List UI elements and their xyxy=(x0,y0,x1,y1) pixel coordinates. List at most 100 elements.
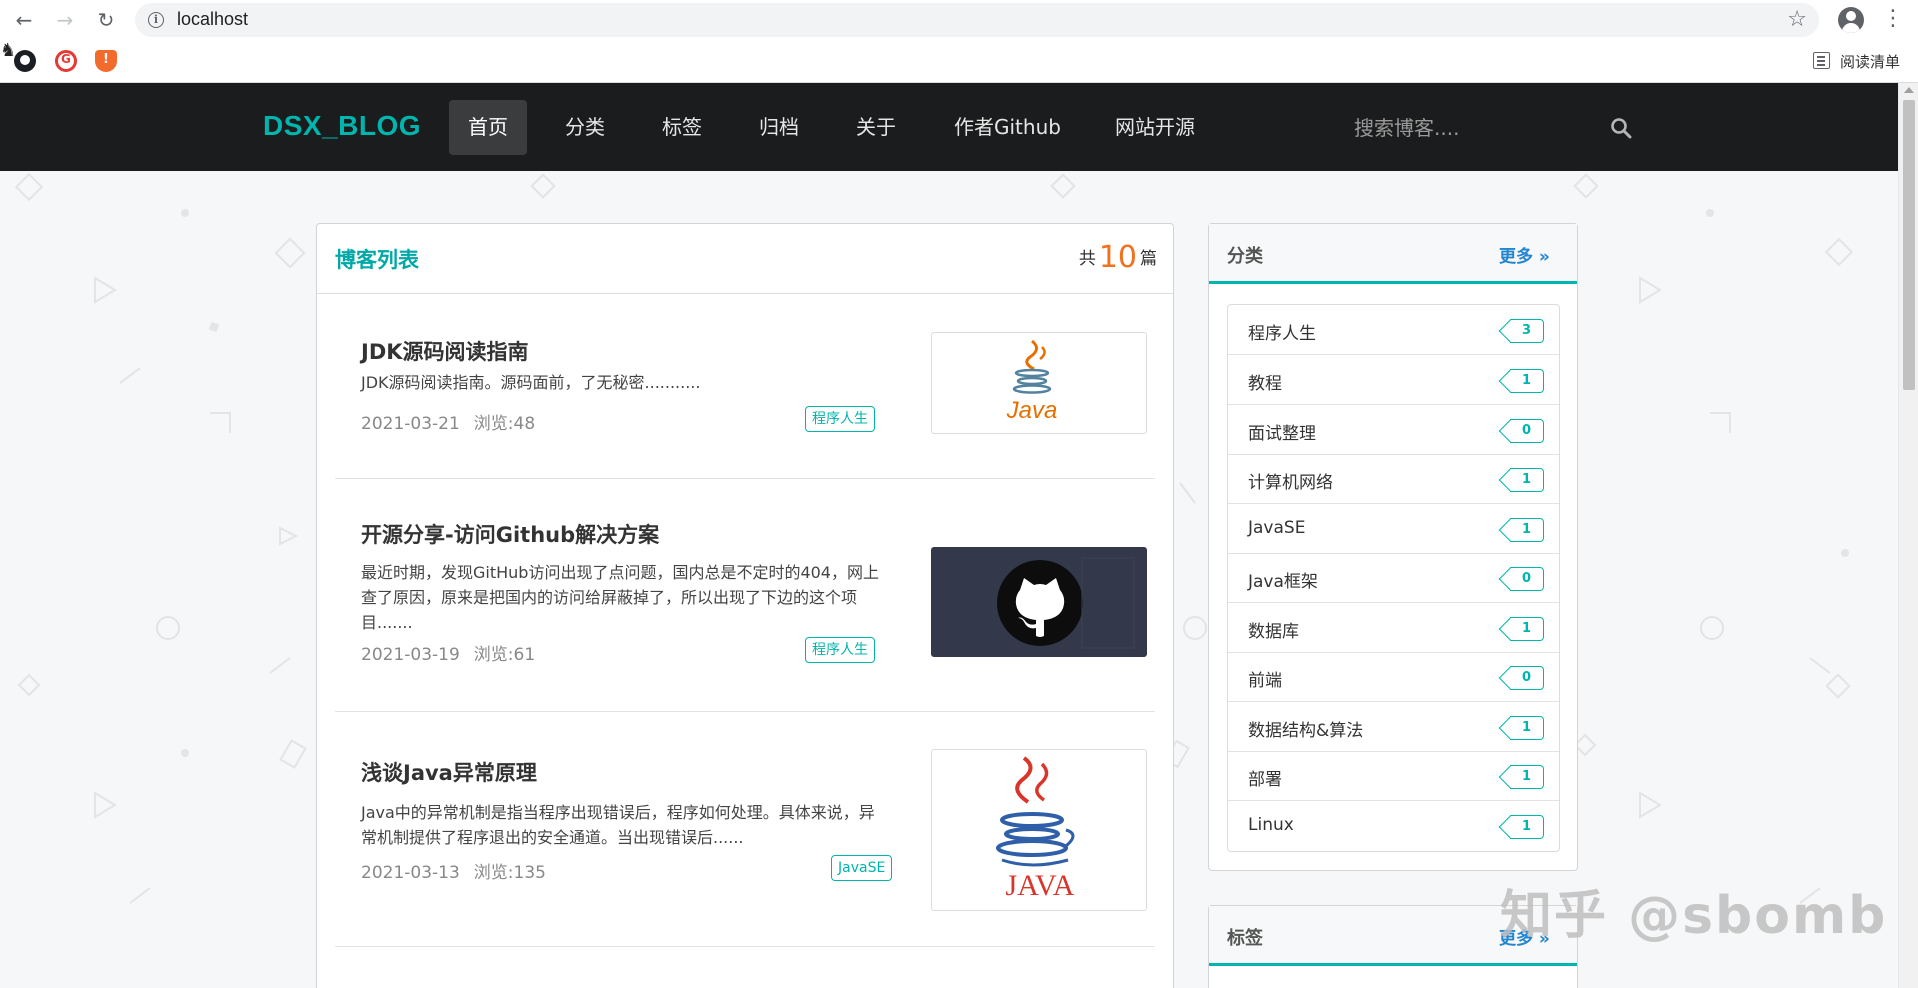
search-input[interactable] xyxy=(1354,108,1584,148)
category-count-badge: 1 xyxy=(1510,369,1544,393)
shield-bookmark-icon[interactable] xyxy=(95,50,117,72)
post-category-tag[interactable]: JavaSE xyxy=(831,855,893,881)
post-meta: 2021-03-19 浏览:61 xyxy=(361,640,535,665)
blog-count-number: 10 xyxy=(1098,240,1137,275)
bookmark-star-icon[interactable]: ☆ xyxy=(1787,7,1807,32)
blog-list-card: 博客列表 共 10 篇 JDK源码阅读指南 JDK源码阅读指南。源码面前，了无秘密.… xyxy=(316,223,1174,988)
category-item[interactable]: Linux 1 xyxy=(1228,801,1559,851)
tags-title: 标签 xyxy=(1227,928,1263,949)
post-title[interactable]: 浅谈Java异常原理 xyxy=(361,757,537,787)
forward-arrow-icon[interactable]: → xyxy=(53,8,77,32)
nav-item-site-source[interactable]: 网站开源 xyxy=(1096,100,1214,155)
post-thumbnail[interactable]: JAVA xyxy=(931,749,1147,911)
page-scrollbar[interactable] xyxy=(1898,83,1918,988)
categories-more-link[interactable]: 更多 » xyxy=(1499,242,1550,267)
category-count-badge: 1 xyxy=(1510,617,1544,641)
post-title[interactable]: 开源分享-访问Github解决方案 xyxy=(361,519,659,549)
category-count-badge: 3 xyxy=(1510,319,1544,343)
category-item[interactable]: 计算机网络 1 xyxy=(1228,454,1559,504)
browser-toolbar: ← → ↻ i localhost ☆ ⋮ xyxy=(0,0,1918,40)
categories-header: 分类 更多 » xyxy=(1209,224,1577,284)
category-count-badge: 1 xyxy=(1510,815,1544,839)
category-item[interactable]: 教程 1 xyxy=(1228,355,1559,405)
category-name[interactable]: 部署 xyxy=(1248,765,1282,790)
category-item[interactable]: 数据结构&算法 1 xyxy=(1228,702,1559,752)
post-views: 浏览:61 xyxy=(473,645,536,665)
post-description: Java中的异常机制是指当程序出现错误后，程序如何处理。具体来说，异常机制提供了… xyxy=(361,803,875,847)
post-views: 浏览:135 xyxy=(473,863,546,883)
category-count-badge: 1 xyxy=(1510,518,1544,542)
github-logo-icon xyxy=(997,557,1135,649)
post-meta: 2021-03-13 浏览:135 xyxy=(361,858,546,883)
post-category-tag[interactable]: 程序人生 xyxy=(805,637,875,663)
post-item[interactable]: 开源分享-访问Github解决方案 最近时期，发现GitHub访问出现了点问题，… xyxy=(335,479,1155,712)
post-title[interactable]: JDK源码阅读指南 xyxy=(361,336,529,366)
post-thumbnail[interactable]: Java xyxy=(931,332,1147,434)
category-item[interactable]: 数据库 1 xyxy=(1228,603,1559,653)
reading-list-icon[interactable] xyxy=(1813,52,1830,69)
java-cup-logo-icon: JAVA xyxy=(996,756,1075,902)
post-date: 2021-03-19 xyxy=(361,645,460,665)
post-views: 浏览:48 xyxy=(473,414,536,434)
categories-card: 分类 更多 » 程序人生 3 教程 1 面试整理 0 计算机网络 1 JavaSE 1 J… xyxy=(1208,223,1578,871)
more-menu-icon[interactable]: ⋮ xyxy=(1882,6,1904,32)
nav-item-about[interactable]: 关于 xyxy=(837,100,915,155)
category-name[interactable]: 程序人生 xyxy=(1248,319,1316,344)
address-bar[interactable]: i localhost ☆ xyxy=(135,3,1819,37)
search-icon[interactable] xyxy=(1610,117,1632,139)
github-bookmark-icon[interactable] xyxy=(14,50,36,72)
category-item[interactable]: 前端 0 xyxy=(1228,652,1559,702)
cat-bookmark-icon[interactable]: ♞ xyxy=(0,40,1918,61)
category-count-badge: 1 xyxy=(1510,716,1544,740)
nav-item-home[interactable]: 首页 xyxy=(449,100,527,155)
search-box xyxy=(1354,108,1632,148)
category-name[interactable]: JavaSE xyxy=(1248,518,1305,538)
category-item[interactable]: 程序人生 3 xyxy=(1228,305,1559,355)
category-name[interactable]: 前端 xyxy=(1248,666,1282,691)
nav-item-archive[interactable]: 归档 xyxy=(740,100,818,155)
category-name[interactable]: 教程 xyxy=(1248,369,1282,394)
java-logo-icon: Java xyxy=(1006,339,1057,424)
categories-title: 分类 xyxy=(1227,246,1263,267)
scroll-up-arrow-icon[interactable] xyxy=(1904,87,1914,93)
back-arrow-icon[interactable]: ← xyxy=(12,8,36,32)
post-date: 2021-03-13 xyxy=(361,863,460,883)
category-name[interactable]: 数据结构&算法 xyxy=(1248,716,1363,741)
category-name[interactable]: Java框架 xyxy=(1248,567,1318,592)
category-count-badge: 1 xyxy=(1510,765,1544,789)
g-bookmark-icon[interactable] xyxy=(55,50,77,72)
category-count-badge: 1 xyxy=(1510,468,1544,492)
blog-count-suffix: 篇 xyxy=(1140,249,1157,269)
category-item[interactable]: 面试整理 0 xyxy=(1228,405,1559,455)
blog-count-prefix: 共 xyxy=(1078,249,1096,269)
post-description: 最近时期，发现GitHub访问出现了点问题，国内总是不定时的404，网上查了原因… xyxy=(361,563,879,632)
category-item[interactable]: 部署 1 xyxy=(1228,751,1559,801)
nav-item-author-github[interactable]: 作者Github xyxy=(935,100,1080,155)
bookmarks-bar: ♞ 阅读清单 xyxy=(0,40,1918,83)
category-name[interactable]: Linux xyxy=(1248,815,1294,835)
reload-icon[interactable]: ↻ xyxy=(94,8,118,32)
blog-list-header: 博客列表 共 10 篇 xyxy=(317,224,1173,294)
reading-list-label[interactable]: 阅读清单 xyxy=(1840,51,1900,72)
scrollbar-thumb[interactable] xyxy=(1903,100,1915,390)
profile-avatar-icon[interactable] xyxy=(1838,7,1864,33)
category-name[interactable]: 数据库 xyxy=(1248,617,1299,642)
nav-item-categories[interactable]: 分类 xyxy=(546,100,624,155)
post-thumbnail[interactable] xyxy=(931,547,1147,657)
category-count-badge: 0 xyxy=(1510,567,1544,591)
category-list: 程序人生 3 教程 1 面试整理 0 计算机网络 1 JavaSE 1 Java框架 0 数… xyxy=(1227,304,1560,852)
site-logo[interactable]: DSX_BLOG xyxy=(263,110,421,142)
nav-item-tags[interactable]: 标签 xyxy=(643,100,721,155)
category-item[interactable]: Java框架 0 xyxy=(1228,553,1559,603)
category-name[interactable]: 计算机网络 xyxy=(1248,468,1333,493)
category-item[interactable]: JavaSE 1 xyxy=(1228,504,1559,554)
post-description: JDK源码阅读指南。源码面前，了无秘密........... xyxy=(361,373,701,392)
url-text[interactable]: localhost xyxy=(177,9,248,30)
post-item[interactable]: JDK源码阅读指南 JDK源码阅读指南。源码面前，了无秘密...........… xyxy=(335,294,1155,479)
post-category-tag[interactable]: 程序人生 xyxy=(805,406,875,432)
category-name[interactable]: 面试整理 xyxy=(1248,419,1316,444)
post-item[interactable]: 浅谈Java异常原理 Java中的异常机制是指当程序出现错误后，程序如何处理。具… xyxy=(335,712,1155,947)
info-icon[interactable]: i xyxy=(148,12,164,28)
site-navbar: DSX_BLOG 首页 分类 标签 归档 关于 作者Github 网站开源 xyxy=(0,83,1898,171)
blog-count: 共 10 篇 xyxy=(1079,240,1157,275)
